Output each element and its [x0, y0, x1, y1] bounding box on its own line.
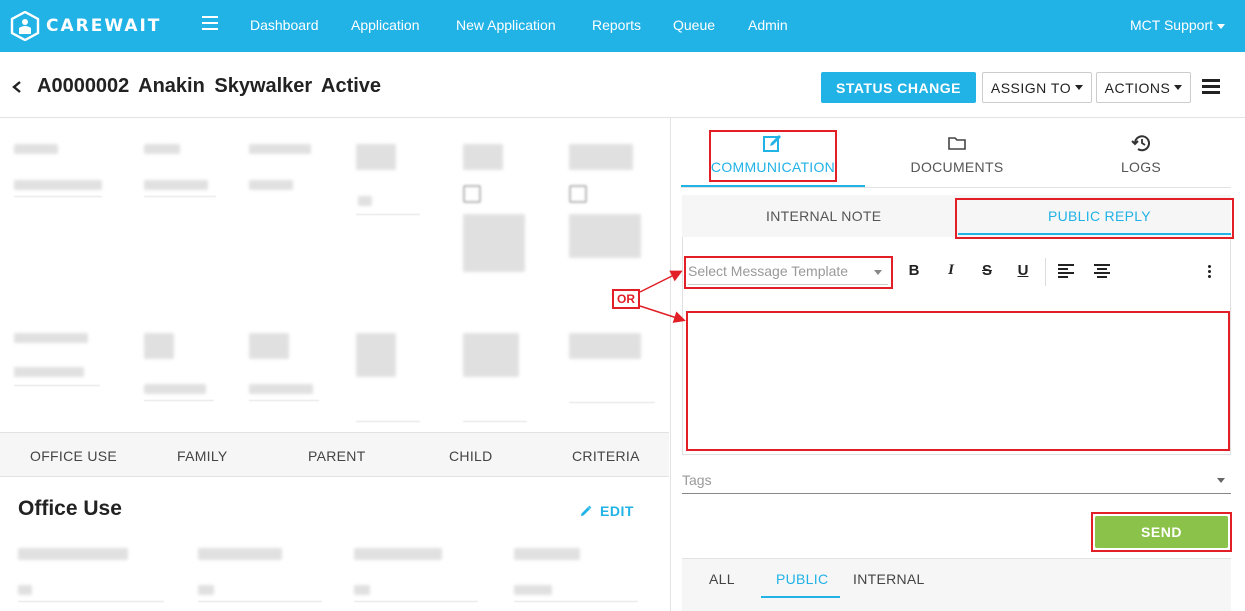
chevron-down-icon — [1075, 85, 1084, 90]
page-title: A0000002 Anakin Skywalker Active — [37, 75, 382, 97]
back-chevron-icon[interactable] — [10, 78, 24, 96]
history-icon — [1131, 135, 1150, 152]
chevron-down-icon — [874, 270, 882, 275]
nav-queue[interactable]: Queue — [673, 17, 715, 33]
align-left-icon[interactable] — [1058, 264, 1074, 278]
carewait-logo-icon — [10, 11, 40, 41]
pencil-icon — [581, 505, 592, 516]
align-center-icon[interactable] — [1094, 264, 1110, 278]
toolbar-divider — [1045, 258, 1046, 286]
logo[interactable]: CAREWAIT — [10, 10, 161, 42]
panel-divider — [670, 118, 671, 611]
tab-office-use[interactable]: OFFICE USE — [30, 448, 117, 464]
tab-internal-note[interactable]: INTERNAL NOTE — [766, 208, 881, 224]
actions-button[interactable]: ACTIONS — [1096, 72, 1191, 103]
chevron-down-icon — [1217, 23, 1225, 29]
assign-to-button[interactable]: ASSIGN TO — [982, 72, 1092, 103]
italic-button[interactable]: I — [941, 262, 961, 282]
message-filter-bar — [682, 558, 1231, 611]
active-tab-indicator — [681, 185, 865, 187]
edit-note-icon — [763, 135, 781, 152]
bold-button[interactable]: B — [904, 262, 924, 282]
tabs-divider — [681, 187, 1231, 188]
user-menu[interactable]: MCT Support — [1130, 17, 1225, 33]
section-title: Office Use — [18, 497, 122, 520]
tab-communication-label: COMMUNICATION — [710, 159, 836, 175]
active-filter-indicator — [761, 596, 840, 598]
status-change-button[interactable]: STATUS CHANGE — [821, 72, 976, 103]
nav-dashboard[interactable]: Dashboard — [250, 17, 319, 33]
more-options-icon[interactable] — [1208, 265, 1212, 281]
filter-all[interactable]: ALL — [709, 571, 735, 587]
filter-internal[interactable]: INTERNAL — [853, 571, 925, 587]
chevron-down-icon — [1174, 85, 1183, 90]
user-name: MCT Support — [1130, 17, 1213, 33]
top-navbar: CAREWAIT Dashboard Application New Appli… — [0, 0, 1245, 52]
main-menu-icon[interactable] — [202, 16, 218, 30]
tags-placeholder: Tags — [682, 472, 712, 488]
tab-documents[interactable]: DOCUMENTS — [892, 133, 1022, 185]
folder-icon — [948, 137, 966, 150]
actions-label: ACTIONS — [1104, 79, 1171, 96]
tab-child[interactable]: CHILD — [449, 448, 493, 464]
filter-public[interactable]: PUBLIC — [776, 571, 828, 587]
tab-documents-label: DOCUMENTS — [910, 159, 1004, 175]
tab-public-reply[interactable]: PUBLIC REPLY — [1048, 208, 1151, 224]
tags-select[interactable]: Tags — [682, 472, 1231, 494]
tab-parent[interactable]: PARENT — [308, 448, 366, 464]
edit-button[interactable]: EDIT — [580, 503, 634, 519]
underline-button[interactable]: U — [1013, 262, 1033, 282]
header-divider — [0, 117, 1245, 118]
nav-application[interactable]: Application — [351, 17, 420, 33]
active-reply-indicator — [958, 233, 1231, 235]
section-tabs: OFFICE USE FAMILY PARENT CHILD CRITERIA — [0, 432, 669, 477]
or-annotation-label: OR — [612, 289, 640, 309]
tab-logs[interactable]: LOGS — [1076, 133, 1206, 185]
edit-label: EDIT — [600, 503, 634, 519]
message-body-input[interactable] — [688, 312, 1228, 449]
tab-logs-label: LOGS — [1120, 159, 1162, 175]
brand-name: CAREWAIT — [46, 16, 162, 36]
template-placeholder: Select Message Template — [688, 263, 849, 279]
tab-family[interactable]: FAMILY — [177, 448, 228, 464]
nav-admin[interactable]: Admin — [748, 17, 788, 33]
more-menu-icon[interactable] — [1202, 79, 1220, 95]
nav-reports[interactable]: Reports — [592, 17, 641, 33]
message-template-select[interactable]: Select Message Template — [688, 263, 888, 285]
strikethrough-button[interactable]: S — [977, 262, 997, 282]
assign-to-label: ASSIGN TO — [990, 79, 1072, 96]
send-button[interactable]: SEND — [1095, 516, 1228, 548]
chevron-down-icon — [1217, 478, 1225, 483]
tab-criteria[interactable]: CRITERIA — [572, 448, 640, 464]
nav-new-application[interactable]: New Application — [456, 17, 556, 33]
tab-communication[interactable]: COMMUNICATION — [708, 133, 838, 185]
